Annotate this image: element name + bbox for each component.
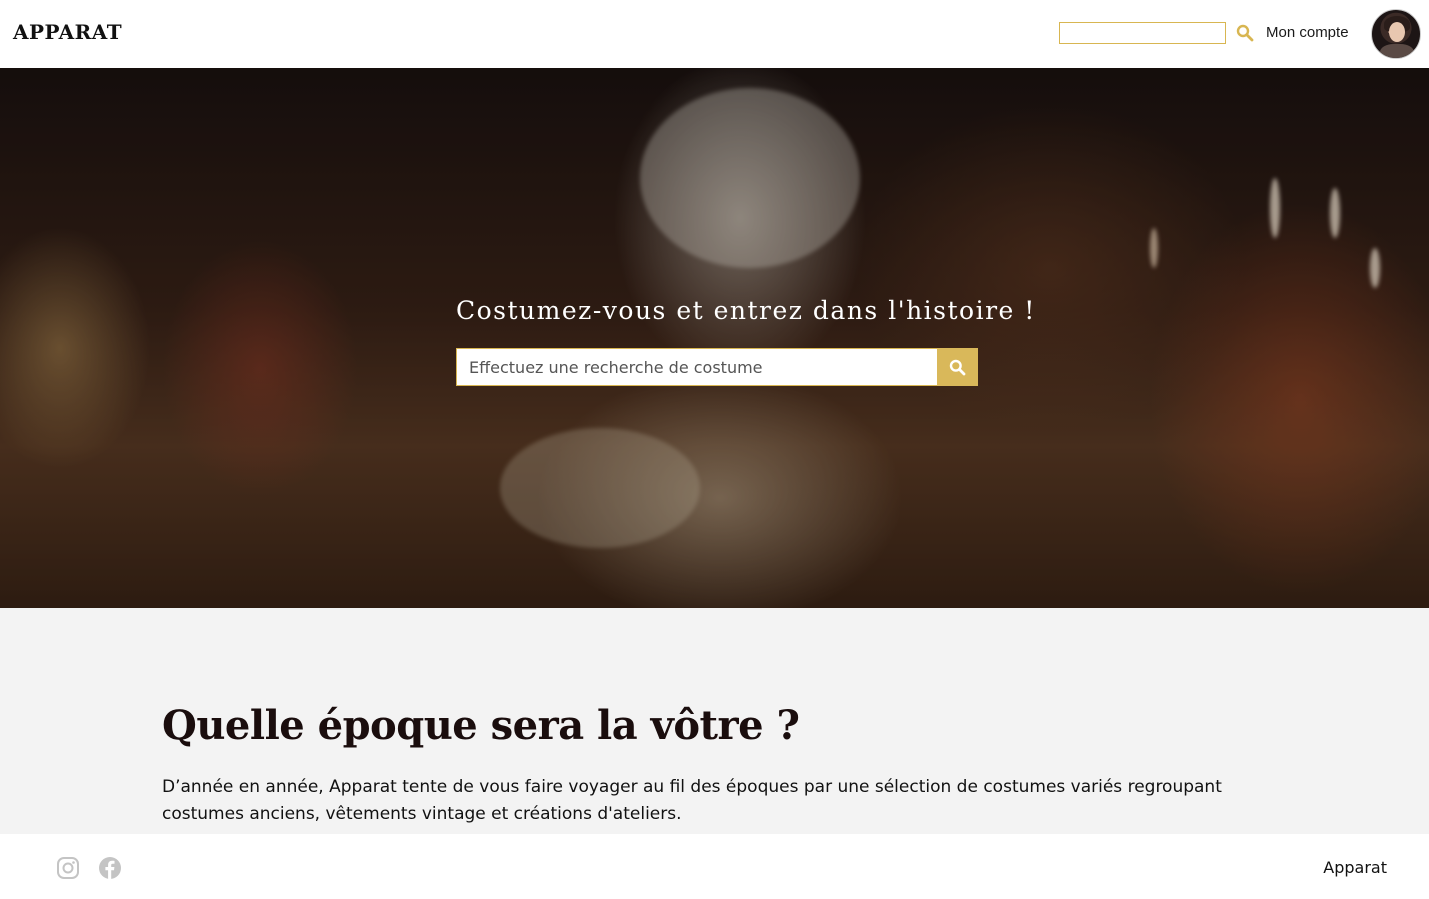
footer-brand[interactable]: Apparat [1323,858,1387,877]
site-header: APPARAT Mon compte [0,0,1429,68]
section-title: Quelle époque sera la vôtre ? [162,702,800,749]
hero-banner: Costumez-vous et entrez dans l'histoire … [0,68,1429,608]
site-logo[interactable]: APPARAT [13,20,122,44]
epoch-section: Quelle époque sera la vôtre ? D’année en… [0,608,1429,834]
avatar-dress [1380,44,1414,58]
section-description: D’année en année, Apparat tente de vous … [162,777,1222,824]
site-footer: Apparat [0,834,1429,899]
costume-search-button[interactable] [937,348,978,386]
facebook-icon[interactable] [98,856,122,880]
search-icon[interactable] [1236,24,1254,42]
avatar-face [1389,22,1405,42]
hero-title: Costumez-vous et entrez dans l'histoire … [456,296,1036,325]
search-icon [949,359,966,376]
hero-overlay [0,68,1429,608]
instagram-icon[interactable] [56,856,80,880]
avatar[interactable] [1371,9,1421,59]
costume-search-input[interactable] [456,348,938,386]
account-link[interactable]: Mon compte [1266,24,1349,41]
header-search-input[interactable] [1059,22,1226,44]
